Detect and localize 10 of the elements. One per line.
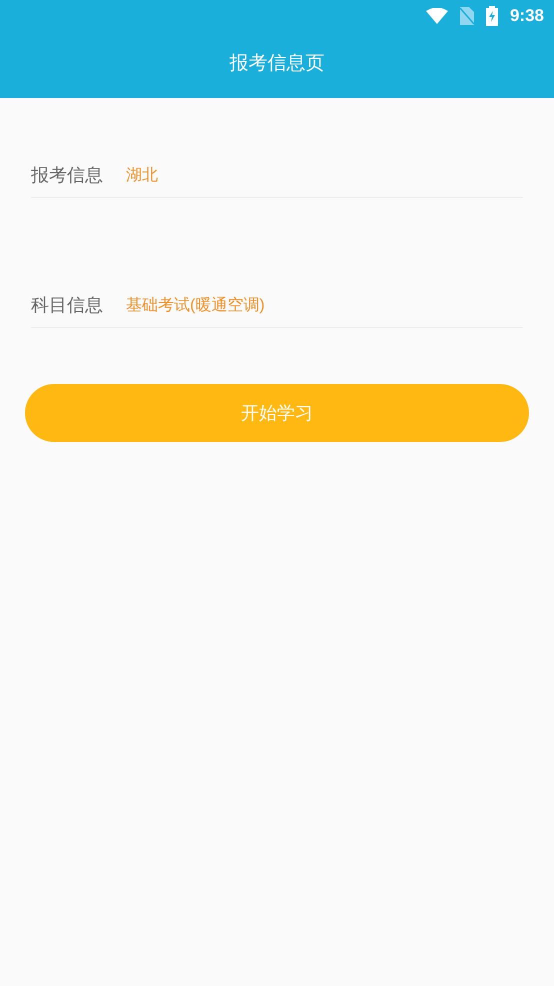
wifi-icon bbox=[426, 8, 448, 24]
page-title: 报考信息页 bbox=[230, 52, 324, 76]
field-label: 报考信息 bbox=[31, 164, 104, 187]
status-time: 9:38 bbox=[510, 5, 544, 28]
field-value: 湖北 bbox=[126, 166, 158, 186]
start-button[interactable]: 开始学习 bbox=[25, 384, 529, 442]
battery-charging-icon bbox=[486, 6, 498, 26]
no-sim-icon bbox=[460, 7, 474, 25]
field-value: 基础考试(暖通空调) bbox=[126, 296, 265, 316]
field-label: 科目信息 bbox=[31, 294, 104, 317]
